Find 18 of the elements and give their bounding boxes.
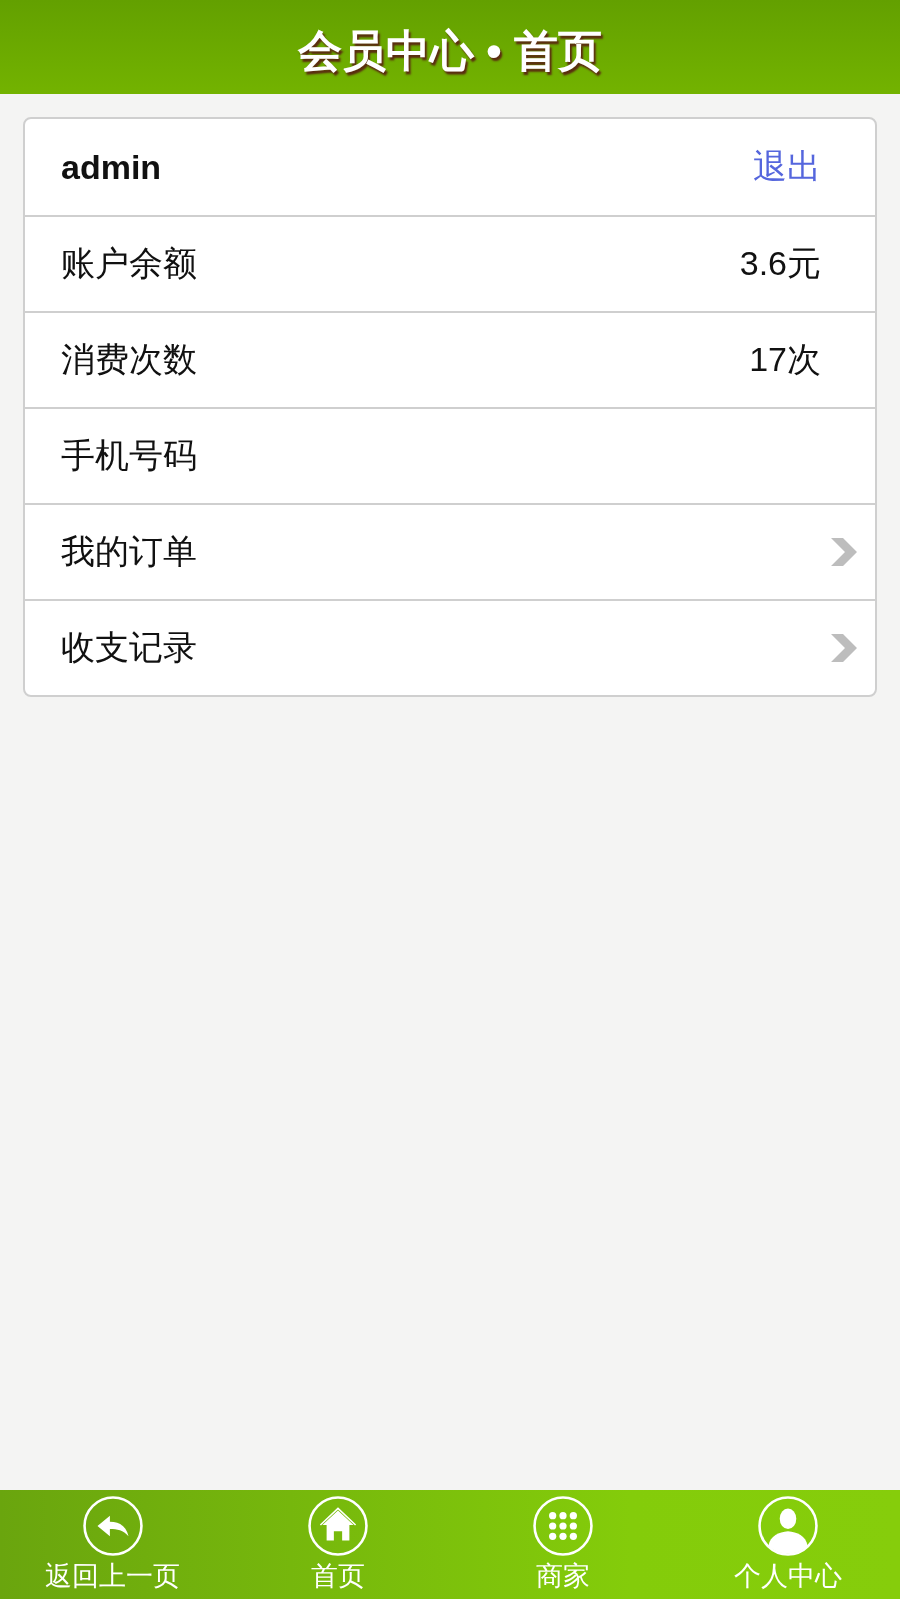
row-value: 3.6元 (739, 243, 821, 284)
logout-link[interactable]: 退出 (753, 144, 821, 190)
username: admin (61, 147, 163, 187)
home-icon (307, 1496, 368, 1556)
menu-item[interactable]: 收支记录 (25, 599, 875, 695)
row-label: 手机号码 (61, 435, 198, 476)
back-icon (82, 1496, 143, 1556)
row-value: 17次 (749, 339, 821, 380)
row-label: 账户余额 (61, 243, 198, 284)
tab-button[interactable]: 返回上一页 (0, 1490, 225, 1599)
tab-button[interactable]: 个人中心 (675, 1490, 900, 1599)
grid-icon (532, 1496, 593, 1556)
user-icon (757, 1496, 818, 1556)
tab-button[interactable]: 商家 (450, 1490, 675, 1599)
menu-item[interactable]: 我的订单 (25, 503, 875, 599)
page-title: 会员中心 • 首页 (298, 24, 602, 77)
row-label: 消费次数 (61, 339, 198, 380)
tab-button[interactable]: 首页 (225, 1490, 450, 1599)
